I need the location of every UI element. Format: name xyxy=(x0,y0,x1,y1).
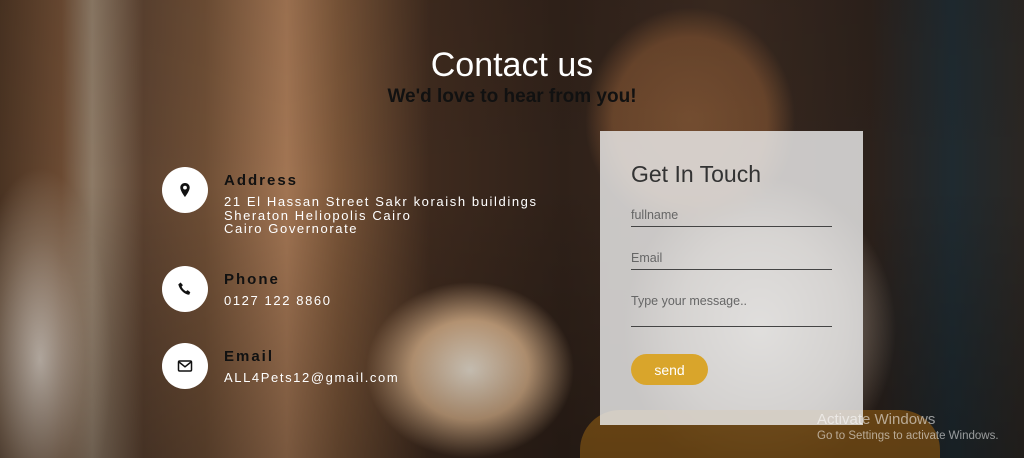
send-button[interactable]: send xyxy=(631,354,708,385)
form-title: Get In Touch xyxy=(631,161,761,187)
page-subtitle: We'd love to hear from you! xyxy=(387,86,637,107)
phone-icon xyxy=(162,266,208,312)
message-textarea[interactable] xyxy=(631,290,832,327)
email-input[interactable] xyxy=(631,247,832,270)
address-item: Address 21 El Hassan Street Sakr koraish… xyxy=(162,167,538,236)
email-title: Email xyxy=(224,348,275,365)
watermark-subtitle: Go to Settings to activate Windows. xyxy=(817,430,999,442)
address-title: Address xyxy=(224,172,299,189)
fullname-input[interactable] xyxy=(631,204,832,227)
map-pin-icon xyxy=(162,167,208,213)
phone-title: Phone xyxy=(224,271,280,288)
address-value: 21 El Hassan Street Sakr koraish buildin… xyxy=(224,194,538,236)
email-item: Email ALL4Pets12@gmail.com xyxy=(162,343,399,389)
phone-value: 0127 122 8860 xyxy=(224,293,332,308)
page-title: Contact us xyxy=(430,46,594,84)
activate-windows-watermark: Activate Windows Go to Settings to activ… xyxy=(817,411,999,442)
contact-form: Get In Touch send xyxy=(600,131,863,425)
email-value: ALL4Pets12@gmail.com xyxy=(224,370,400,385)
envelope-icon xyxy=(162,343,208,389)
contact-page: Contact us We'd love to hear from you! A… xyxy=(0,0,1024,458)
watermark-title: Activate Windows xyxy=(817,411,936,428)
phone-item: Phone 0127 122 8860 xyxy=(162,266,332,312)
